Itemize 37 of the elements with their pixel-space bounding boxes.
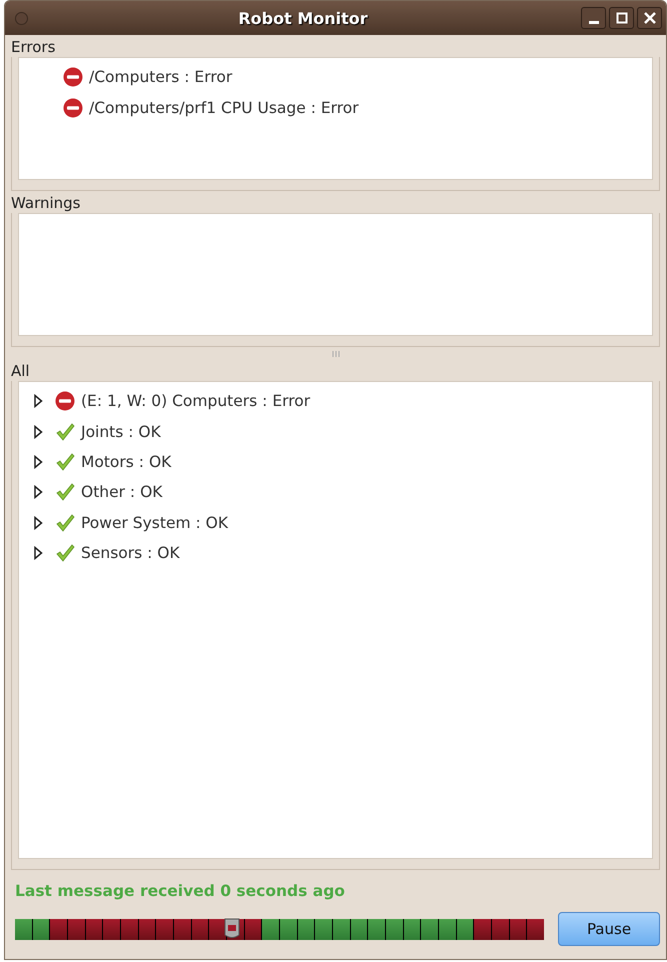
pause-button[interactable]: Pause (558, 912, 660, 946)
checkmark-icon (55, 512, 75, 533)
minimize-button[interactable] (581, 7, 606, 29)
status-message: Last message received 0 seconds ago (14, 881, 346, 900)
expand-arrow-icon[interactable] (33, 394, 43, 408)
close-icon (644, 12, 656, 24)
checkmark-icon (55, 543, 75, 564)
expand-arrow-icon[interactable] (33, 546, 43, 560)
checkmark-icon (55, 422, 75, 442)
section-title: Warnings (11, 193, 82, 213)
close-button[interactable] (637, 7, 662, 29)
status-item[interactable]: /Computers/prf1 CPU Usage : Error (89, 98, 359, 117)
expand-arrow-icon[interactable] (33, 454, 43, 469)
error-icon (63, 98, 83, 118)
timeline-slider[interactable] (15, 918, 544, 940)
status-item[interactable]: Joints : OK (81, 422, 161, 441)
expand-arrow-icon[interactable] (33, 424, 43, 439)
slider-thumb[interactable] (222, 918, 241, 940)
checkmark-icon (55, 482, 75, 502)
section-title: All (11, 361, 31, 381)
status-item[interactable]: /Computers : Error (89, 68, 232, 86)
status-item[interactable]: Sensors : OK (81, 544, 180, 562)
status-item[interactable]: (E: 1, W: 0) Computers : Error (81, 392, 310, 410)
window-title: Robot Monitor (237, 8, 369, 28)
splitter-handle-icon[interactable] (330, 351, 340, 357)
section-title: Errors (11, 37, 56, 57)
error-icon (55, 391, 75, 412)
status-item[interactable]: Power System : OK (81, 514, 228, 532)
maximize-button[interactable] (609, 7, 634, 29)
checkmark-icon (55, 452, 75, 472)
expand-arrow-icon[interactable] (33, 485, 43, 500)
maximize-icon (616, 12, 628, 24)
status-item[interactable]: Motors : OK (81, 452, 172, 471)
minimize-icon (588, 20, 598, 24)
expand-arrow-icon[interactable] (33, 516, 43, 530)
status-item[interactable]: Other : OK (81, 483, 162, 502)
error-icon (63, 67, 83, 88)
